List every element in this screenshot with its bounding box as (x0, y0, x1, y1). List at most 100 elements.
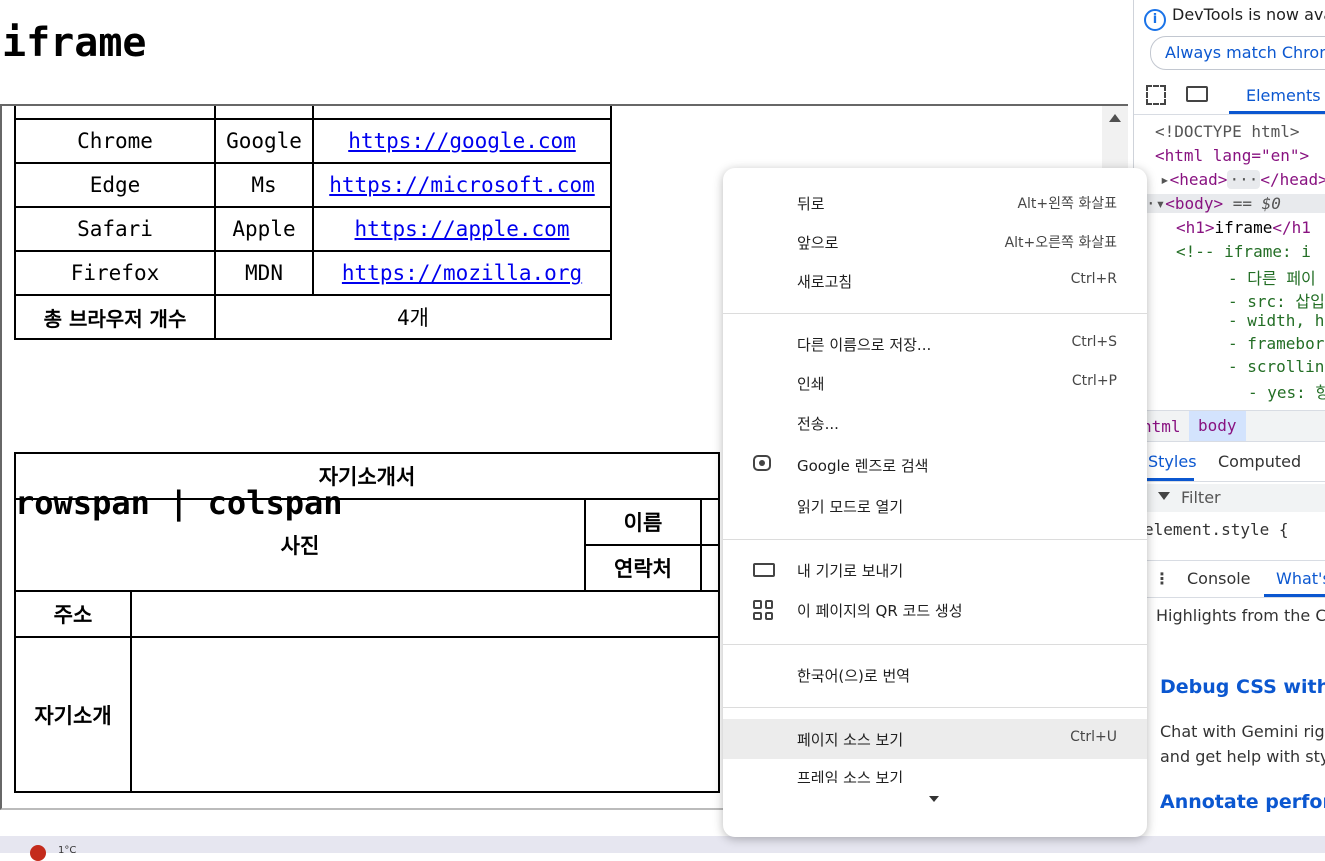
inspect-element-icon[interactable] (1146, 85, 1166, 105)
dom-comment-line: - scrollin (1228, 357, 1325, 376)
dom-tree: <!DOCTYPE html> <html lang="en"> ▸<head>… (1134, 120, 1325, 410)
context-menu: 뒤로 Alt+왼쪽 화살표 앞으로 Alt+오른쪽 화살표 새로고침 Ctrl+… (723, 168, 1147, 837)
browser-vendor: Ms (214, 162, 314, 208)
browser-link[interactable]: https://microsoft.com (329, 173, 595, 197)
scroll-down-arrow-icon[interactable] (929, 796, 939, 802)
tab-active-indicator (1264, 594, 1325, 597)
tab-console[interactable]: Console (1187, 569, 1251, 588)
browser-vendor: Google (214, 118, 314, 164)
menu-item-back[interactable]: 뒤로 Alt+왼쪽 화살표 (723, 183, 1147, 223)
dom-doctype[interactable]: <!DOCTYPE html> (1155, 122, 1300, 141)
tab-active-indicator (1146, 478, 1194, 481)
match-language-button[interactable]: Always match Chrom (1150, 36, 1325, 70)
dom-h1[interactable]: <h1>iframe</h1 (1176, 218, 1311, 237)
browser-name: Safari (14, 206, 216, 252)
lens-icon (753, 455, 775, 475)
devices-icon (753, 560, 775, 580)
dom-comment-line: - src: 삽입 (1228, 292, 1325, 311)
whats-new-link-annotate[interactable]: Annotate perform (1160, 791, 1325, 813)
crumb-body[interactable]: body (1189, 411, 1246, 441)
tab-whats-new[interactable]: What's (1276, 569, 1325, 588)
dom-comment[interactable]: <!-- iframe: i (1176, 242, 1311, 261)
menu-item-forward[interactable]: 앞으로 Alt+오른쪽 화살표 (723, 222, 1147, 262)
dom-comment-line: - yes: 항 (1248, 383, 1325, 402)
expand-arrow-icon[interactable]: ▸ (1160, 170, 1170, 189)
collapse-arrow-icon[interactable]: ▾ (1156, 194, 1166, 213)
devtools-info-banner: i DevTools is now ava (1144, 5, 1325, 31)
menu-item-cast[interactable]: 전송... (723, 403, 1147, 443)
table-row: Chrome Google https://google.com (14, 118, 612, 164)
weather-badge-icon[interactable] (30, 845, 46, 861)
filter-icon (1158, 492, 1170, 500)
browser-vendor: Apple (214, 206, 314, 252)
drawer-tabbar: ⋮ Console What's (1134, 560, 1325, 598)
table-row (14, 106, 612, 120)
dom-head[interactable]: ▸<head> ··· </head> (1160, 170, 1325, 189)
device-toolbar-icon[interactable] (1186, 86, 1208, 102)
info-text: DevTools is now ava (1172, 5, 1325, 24)
dom-comment-line: - framebor (1228, 334, 1325, 353)
tab-computed[interactable]: Computed (1218, 452, 1301, 471)
browser-name: Edge (14, 162, 216, 208)
menu-item-send-to-devices[interactable]: 내 기기로 보내기 (723, 550, 1147, 590)
table-row-total: 총 브라우저 개수 4개 (14, 294, 612, 340)
intro-title: 자기소개서 (14, 452, 720, 500)
tab-styles[interactable]: Styles (1148, 452, 1197, 471)
table-row: 사진 이름 (14, 498, 720, 592)
address-label: 주소 (14, 590, 132, 638)
intro-table: 자기소개서 사진 이름 연락처 주소 자기소개 (14, 452, 720, 793)
whats-new-link-debug-css[interactable]: Debug CSS with G (1160, 676, 1325, 698)
table-row: Firefox MDN https://mozilla.org (14, 250, 612, 296)
browser-table: Chrome Google https://google.com Edge Ms… (14, 106, 612, 340)
crumb-html[interactable]: html (1142, 417, 1181, 436)
dom-comment-line: - width, h (1228, 311, 1325, 330)
menu-item-qr-code[interactable]: 이 페이지의 QR 코드 생성 (723, 590, 1147, 630)
menu-divider (723, 644, 1147, 645)
table-row: Edge Ms https://microsoft.com (14, 162, 612, 208)
dom-body-selected[interactable]: ·▾<body> == $0 (1146, 194, 1325, 213)
taskbar (0, 836, 1325, 853)
whats-new-highlights: Highlights from the Ch (1156, 606, 1325, 625)
page-heading: iframe (2, 20, 147, 66)
menu-item-translate[interactable]: 한국어(으)로 번역 (723, 655, 1147, 695)
dom-html[interactable]: <html lang="en"> (1155, 146, 1309, 165)
browser-name: Firefox (14, 250, 216, 296)
menu-item-view-source[interactable]: 페이지 소스 보기 Ctrl+U (723, 719, 1147, 759)
scroll-up-arrow-icon[interactable] (1109, 114, 1121, 122)
weather-temp: 1°C (58, 845, 77, 856)
tab-elements[interactable]: Elements (1246, 86, 1321, 105)
browser-link[interactable]: https://google.com (348, 129, 576, 153)
total-label: 총 브라우저 개수 (14, 294, 216, 340)
menu-divider (723, 707, 1147, 708)
menu-item-save-as[interactable]: 다른 이름으로 저장... Ctrl+S (723, 324, 1147, 364)
styles-filter-input[interactable]: Filter (1146, 484, 1325, 512)
more-options-icon[interactable]: ⋮ (1154, 569, 1170, 588)
photo-cell: 사진 (14, 498, 586, 592)
styles-tabbar: Styles Computed (1134, 441, 1325, 482)
menu-item-print[interactable]: 인쇄 Ctrl+P (723, 363, 1147, 403)
info-icon: i (1144, 9, 1166, 31)
browser-vendor: MDN (214, 250, 314, 296)
browser-link[interactable]: https://apple.com (355, 217, 570, 241)
menu-item-reload[interactable]: 새로고침 Ctrl+R (723, 261, 1147, 301)
menu-divider (723, 539, 1147, 540)
menu-divider (723, 313, 1147, 314)
browser-link[interactable]: https://mozilla.org (342, 261, 582, 285)
contact-label: 연락처 (584, 544, 702, 592)
filter-placeholder: Filter (1181, 488, 1221, 507)
whats-new-text: and get help with styl (1160, 747, 1325, 766)
whats-new-text: Chat with Gemini righ (1160, 722, 1325, 741)
table-row: 자기소개서 (14, 452, 720, 500)
menu-item-google-lens[interactable]: Google 렌즈로 검색 (723, 445, 1147, 485)
dom-comment-line: - 다른 페이 (1228, 269, 1316, 288)
qr-code-icon (753, 600, 775, 620)
element-style-rule[interactable]: element.style { (1144, 520, 1289, 539)
menu-item-view-frame-source[interactable]: 프레임 소스 보기 (723, 757, 1147, 783)
menu-item-reading-mode[interactable]: 읽기 모드로 열기 (723, 486, 1147, 526)
collapsed-ellipsis[interactable]: ··· (1227, 170, 1261, 189)
devtools-panel: i DevTools is now ava Always match Chrom … (1133, 0, 1325, 836)
total-value: 4개 (214, 294, 612, 340)
breadcrumb: html body (1134, 410, 1325, 442)
table-row: 주소 (14, 590, 720, 638)
browser-name: Chrome (14, 118, 216, 164)
